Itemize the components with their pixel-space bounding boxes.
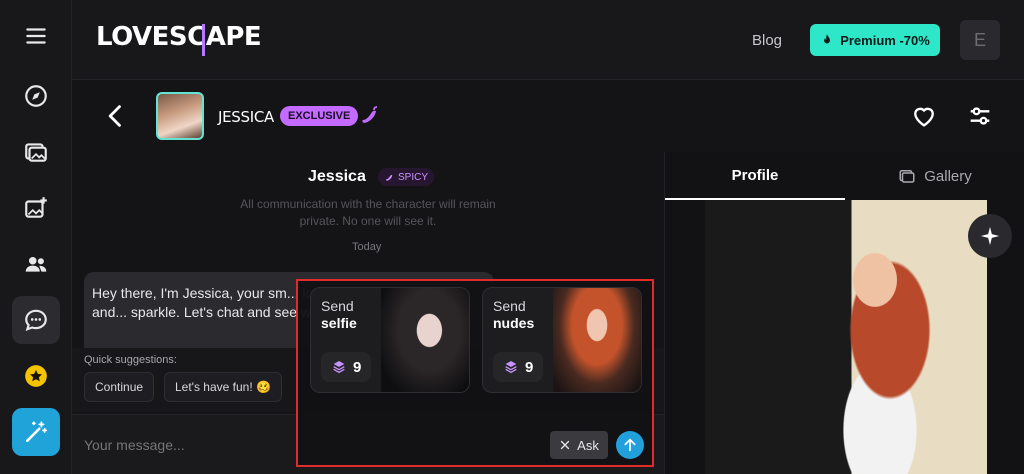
- menu-button[interactable]: [12, 12, 60, 60]
- character-portrait: [705, 200, 987, 474]
- heart-icon[interactable]: [910, 102, 938, 130]
- media-request-popover: Send selfie 9 Send nudes 9 Ask: [296, 279, 654, 467]
- menu-icon: [26, 28, 46, 44]
- card-action-label: Send: [321, 298, 354, 314]
- magic-wand-icon: [26, 421, 48, 442]
- fire-icon: [824, 34, 831, 44]
- back-icon[interactable]: [102, 102, 130, 130]
- send-nudes-card[interactable]: Send nudes 9: [482, 287, 642, 393]
- suggestion-have-fun[interactable]: Let's have fun! 🥴: [164, 372, 282, 402]
- chats-button[interactable]: [12, 296, 60, 344]
- gallery-icon: [899, 170, 915, 183]
- logo-accent-bar: [202, 24, 205, 56]
- card-type-label: nudes: [493, 315, 535, 331]
- brand-logo[interactable]: LOVESCAPE: [96, 22, 262, 52]
- chat-icon: [25, 309, 47, 331]
- day-separator: Today: [352, 241, 382, 253]
- gallery-tab-label: Gallery: [924, 167, 972, 185]
- spicy-tag: SPICY: [378, 168, 435, 186]
- character-avatar[interactable]: [156, 92, 204, 140]
- character-name: JESSICA: [218, 108, 275, 126]
- suggestion-continue[interactable]: Continue: [84, 372, 155, 402]
- enhance-button[interactable]: [968, 214, 1012, 258]
- privacy-note: All communication with the character wil…: [240, 197, 496, 228]
- character-bar: JESSICA EXCLUSIVE: [72, 80, 1024, 152]
- explore-button[interactable]: [12, 72, 60, 120]
- ask-label: Ask: [577, 437, 599, 453]
- image-plus-icon: [25, 197, 47, 218]
- user-avatar[interactable]: E: [960, 20, 1000, 60]
- close-icon: [561, 440, 570, 450]
- send-selfie-card[interactable]: Send selfie 9: [310, 287, 470, 393]
- characters-button[interactable]: [12, 240, 60, 288]
- tab-gallery[interactable]: Gallery: [845, 152, 1024, 200]
- gem-icon: [505, 361, 517, 374]
- gallery-icon: [25, 143, 47, 162]
- premium-button[interactable]: Premium -70%: [810, 24, 940, 56]
- top-header: LOVESCAPE Blog Premium -70% E: [72, 0, 1024, 80]
- left-rail: [0, 0, 72, 474]
- exclusive-badge: EXCLUSIVE: [280, 106, 359, 126]
- card-action-label: Send: [493, 298, 526, 314]
- selfie-preview-image: [381, 288, 469, 392]
- gem-icon: [333, 361, 345, 374]
- gallery-nav-button[interactable]: [12, 128, 60, 176]
- cost-value: 9: [353, 358, 362, 376]
- cost-value: 9: [525, 358, 534, 376]
- arrow-up-icon: [624, 438, 636, 452]
- send-button[interactable]: [616, 431, 644, 459]
- magic-generate-button[interactable]: [12, 408, 60, 456]
- cost-badge: 9: [493, 352, 544, 382]
- rewards-button[interactable]: [12, 352, 60, 400]
- spicy-label: SPICY: [398, 171, 429, 183]
- compass-icon: [25, 85, 47, 107]
- nudes-preview-image: [553, 288, 641, 392]
- pepper-icon: [362, 106, 378, 123]
- tab-profile[interactable]: Profile: [665, 152, 845, 200]
- sliders-icon[interactable]: [966, 102, 994, 130]
- chat-title: Jessica: [308, 168, 366, 185]
- users-icon: [25, 256, 47, 272]
- profile-panel: Profile Gallery: [664, 152, 1024, 474]
- cost-badge: 9: [321, 352, 372, 382]
- blog-link[interactable]: Blog: [752, 32, 782, 49]
- card-type-label: selfie: [321, 315, 357, 331]
- suggestions-label: Quick suggestions:: [84, 354, 177, 366]
- ask-toggle-button[interactable]: Ask: [550, 431, 608, 459]
- pepper-icon: [385, 174, 393, 181]
- star-icon: [25, 365, 47, 387]
- premium-label: Premium -70%: [840, 32, 930, 48]
- create-image-button[interactable]: [12, 184, 60, 232]
- sparkle-icon: [980, 226, 1000, 246]
